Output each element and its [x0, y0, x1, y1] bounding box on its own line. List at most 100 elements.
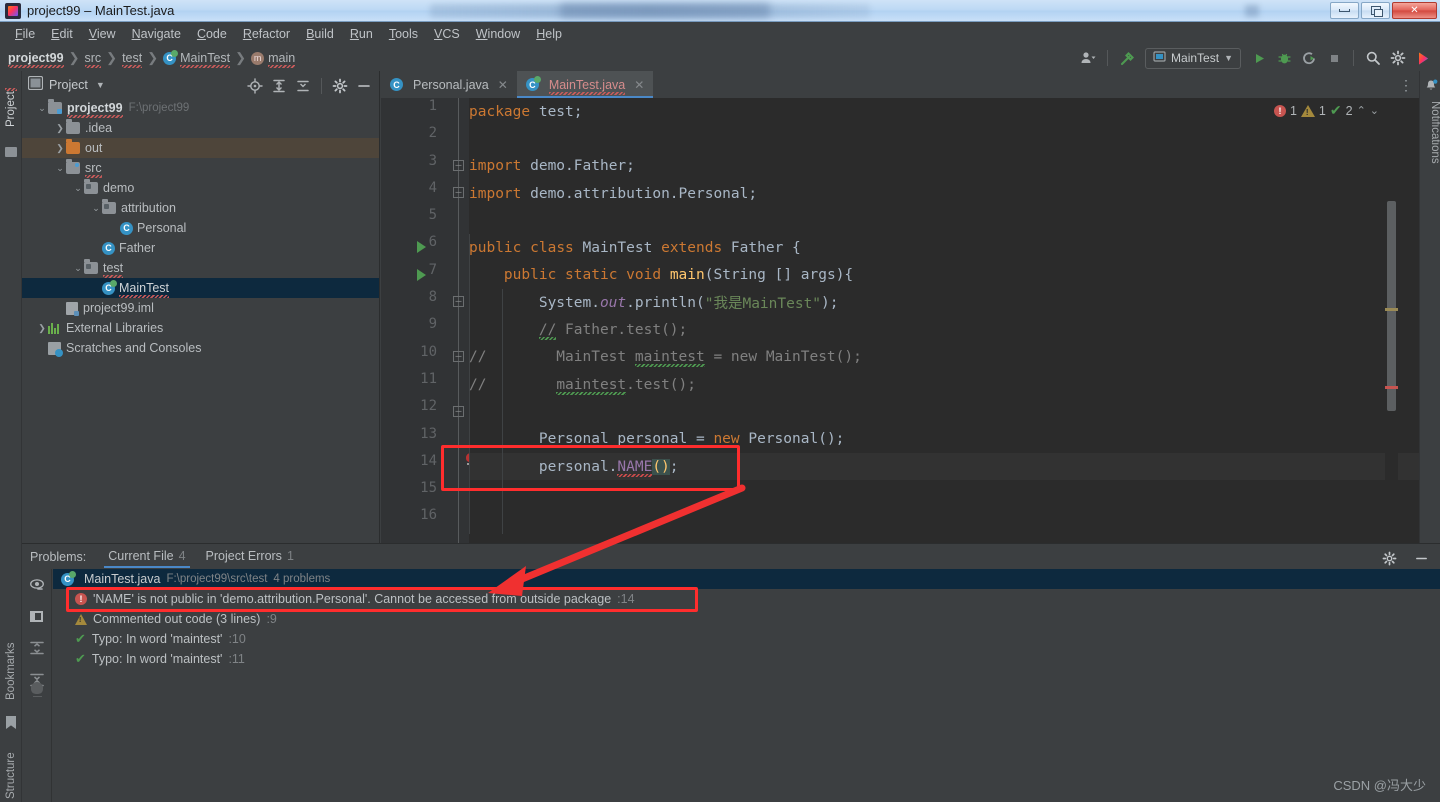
gear-icon[interactable] — [329, 75, 351, 97]
tree-node-idea[interactable]: ❯ .idea — [22, 118, 379, 138]
breadcrumb-src[interactable]: src — [84, 51, 101, 68]
tree-node-maintest[interactable]: C MainTest — [22, 278, 379, 298]
menu-view[interactable]: View — [81, 25, 124, 43]
debug-icon[interactable] — [1273, 47, 1295, 69]
menu-build[interactable]: Build — [298, 25, 342, 43]
run-with-coverage-icon[interactable] — [1298, 47, 1320, 69]
notifications-tab-label[interactable]: Notifications — [1420, 101, 1440, 164]
menu-window[interactable]: Window — [468, 25, 528, 43]
expand-all-icon[interactable] — [29, 640, 45, 659]
code-editor[interactable]: 1 2 3 4 5 6 7 8 9 10 11 12 13 14 15 16 –… — [381, 98, 1419, 543]
problem-row-typo-2[interactable]: ✔ Typo: In word 'maintest' :11 — [53, 649, 1440, 669]
menu-tools[interactable]: Tools — [381, 25, 426, 43]
notifications-bell-icon[interactable] — [1424, 79, 1438, 93]
tree-node-attribution[interactable]: ⌄ attribution — [22, 198, 379, 218]
breadcrumb-test[interactable]: test — [122, 51, 143, 68]
run-configuration-selector[interactable]: MainTest ▼ — [1145, 47, 1241, 69]
chevron-expanded-icon[interactable]: ⌄ — [36, 103, 48, 114]
menu-file[interactable]: File — [7, 25, 43, 43]
editor-tab-personal-java[interactable]: C Personal.java ✕ — [381, 71, 517, 98]
sidebar-tab-project[interactable]: Project — [0, 77, 22, 141]
expand-all-icon[interactable] — [268, 75, 290, 97]
close-icon[interactable]: ✕ — [498, 78, 508, 92]
user-icon[interactable] — [1077, 47, 1099, 69]
problems-file-header[interactable]: C MainTest.java F:\project99\src\test 4 … — [53, 569, 1440, 589]
preview-icon[interactable] — [29, 577, 45, 596]
tab-current-file[interactable]: Current File 4 — [98, 545, 195, 568]
tab-project-errors[interactable]: Project Errors 1 — [196, 545, 304, 568]
intention-bulb-icon[interactable] — [30, 682, 44, 698]
collapse-all-icon[interactable] — [292, 75, 314, 97]
tree-node-src[interactable]: ⌄ src — [22, 158, 379, 178]
menu-edit[interactable]: Edit — [43, 25, 81, 43]
line-number: 11 — [420, 370, 437, 387]
stripe-warning-marker[interactable] — [1385, 308, 1398, 311]
problem-row-warning[interactable]: Commented out code (3 lines) :9 — [53, 609, 1440, 629]
gear-icon[interactable] — [1387, 47, 1409, 69]
breadcrumb-project99[interactable]: project99 — [8, 51, 64, 68]
editor-fold-column[interactable]: – – – – – — [447, 98, 475, 543]
tree-node-scratches[interactable]: Scratches and Consoles — [22, 338, 379, 358]
chevron-collapsed-icon[interactable]: ❯ — [54, 143, 66, 154]
hide-panel-icon[interactable] — [353, 75, 375, 97]
run-gutter-icon[interactable] — [417, 268, 426, 281]
breadcrumb-maintest[interactable]: C MainTest — [163, 49, 231, 68]
tree-node-external-libraries[interactable]: ❯ External Libraries — [22, 318, 379, 338]
chevron-expanded-icon[interactable]: ⌄ — [72, 263, 84, 274]
problem-row-error[interactable]: ! 'NAME' is not public in 'demo.attribut… — [53, 589, 1440, 609]
build-hammer-icon[interactable] — [1116, 47, 1138, 69]
chevron-expanded-icon[interactable]: ⌄ — [72, 183, 84, 194]
maximize-button[interactable] — [1361, 2, 1390, 19]
menu-refactor[interactable]: Refactor — [235, 25, 298, 43]
stop-icon[interactable] — [1323, 47, 1345, 69]
prev-problem-icon[interactable]: ⌃ — [1357, 104, 1366, 117]
chevron-expanded-icon[interactable]: ⌄ — [54, 163, 66, 174]
minimize-button[interactable] — [1330, 2, 1359, 19]
menu-vcs[interactable]: VCS — [426, 25, 468, 43]
locate-icon[interactable] — [244, 75, 266, 97]
gear-icon[interactable] — [1378, 547, 1400, 569]
next-problem-icon[interactable]: ⌄ — [1370, 104, 1379, 117]
run-icon[interactable] — [1248, 47, 1270, 69]
sidebar-tab-structure[interactable]: Structure — [0, 736, 22, 802]
stripe-error-marker[interactable] — [1385, 386, 1398, 389]
breadcrumb-main[interactable]: m main — [251, 51, 296, 68]
menu-code[interactable]: Code — [189, 25, 235, 43]
chevron-collapsed-icon[interactable]: ❯ — [54, 123, 66, 134]
class-icon: C — [120, 221, 133, 235]
sidebar-tab-bookmarks[interactable]: Bookmarks — [0, 631, 22, 711]
inspection-widget[interactable]: ! 1 1 ✔ 2 ⌃ ⌄ — [1273, 102, 1379, 119]
chevron-collapsed-icon[interactable]: ❯ — [36, 323, 48, 334]
fold-region-icon[interactable]: – — [453, 351, 464, 362]
fold-region-icon[interactable]: – — [453, 406, 464, 417]
menu-help[interactable]: Help — [528, 25, 570, 43]
editor-tab-maintest-java[interactable]: C MainTest.java ✕ — [516, 71, 654, 98]
tree-node-father[interactable]: C Father — [22, 238, 379, 258]
chevron-down-icon[interactable]: ▼ — [96, 80, 105, 90]
close-icon[interactable]: ✕ — [634, 78, 644, 92]
tree-node-out[interactable]: ❯ out — [22, 138, 379, 158]
tree-node-project99[interactable]: ⌄ project99 F:\project99 — [22, 98, 379, 118]
layout-icon[interactable] — [29, 609, 44, 627]
tree-node-project99-iml[interactable]: project99.iml — [22, 298, 379, 318]
fold-region-icon[interactable]: – — [453, 187, 464, 198]
editor-error-stripe[interactable] — [1385, 125, 1398, 543]
more-options-icon[interactable]: ⋮ — [1399, 78, 1413, 92]
problem-row-typo-1[interactable]: ✔ Typo: In word 'maintest' :10 — [53, 629, 1440, 649]
menu-navigate[interactable]: Navigate — [124, 25, 189, 43]
tree-node-demo[interactable]: ⌄ demo — [22, 178, 379, 198]
ide-assistant-icon[interactable] — [1412, 47, 1434, 69]
hide-panel-icon[interactable] — [1410, 547, 1432, 569]
fold-region-icon[interactable]: – — [453, 160, 464, 171]
tree-node-test[interactable]: ⌄ test — [22, 258, 379, 278]
close-button[interactable]: ✕ — [1392, 2, 1437, 19]
editor-scrollbar-thumb[interactable] — [1387, 201, 1396, 411]
run-gutter-icon[interactable] — [417, 241, 426, 254]
code-text[interactable]: package test; import demo.Father; import… — [469, 98, 1419, 543]
editor-gutter[interactable]: 1 2 3 4 5 6 7 8 9 10 11 12 13 14 15 16 — [381, 98, 447, 543]
search-icon[interactable] — [1362, 47, 1384, 69]
fold-region-icon[interactable]: – — [453, 296, 464, 307]
tree-node-personal[interactable]: C Personal — [22, 218, 379, 238]
menu-run[interactable]: Run — [342, 25, 381, 43]
chevron-expanded-icon[interactable]: ⌄ — [90, 203, 102, 214]
